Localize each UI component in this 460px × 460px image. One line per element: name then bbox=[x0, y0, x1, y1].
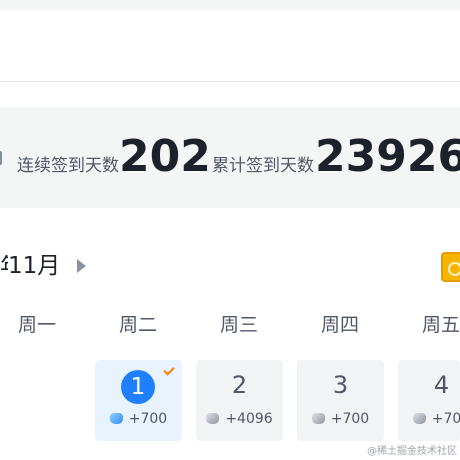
reward-amount: +700 bbox=[128, 411, 168, 427]
watermark: @稀土掘金技术社区 bbox=[367, 446, 457, 457]
day-number: 3 bbox=[332, 371, 349, 399]
month-label: 年11月 bbox=[0, 255, 60, 278]
ore-icon bbox=[311, 413, 325, 424]
total-days-value: 239266 bbox=[315, 131, 460, 182]
consecutive-days-label: 连续签到天数 bbox=[17, 156, 119, 176]
reward-amount: +4096 bbox=[225, 411, 273, 427]
gift-box-icon[interactable] bbox=[441, 252, 460, 282]
weekday-tue: 周二 bbox=[119, 314, 158, 336]
day-number-today: 1 bbox=[121, 370, 155, 404]
month-text: 11月 bbox=[8, 253, 61, 279]
day-reward: +4096 bbox=[196, 412, 283, 426]
total-days-label: 累计签到天数 bbox=[212, 156, 314, 176]
day-card-2[interactable]: 2 +4096 bbox=[196, 360, 283, 441]
weekday-wed: 周三 bbox=[220, 314, 259, 336]
weekday-mon: 周一 bbox=[18, 314, 57, 336]
blue-gem-icon bbox=[109, 413, 123, 424]
ore-icon bbox=[206, 413, 220, 424]
day-number: 4 bbox=[433, 371, 450, 399]
chevron-right-icon[interactable] bbox=[77, 259, 86, 273]
weekday-thu: 周四 bbox=[321, 314, 360, 336]
month-row bbox=[0, 250, 460, 286]
consecutive-days-value: 202 bbox=[119, 131, 211, 182]
top-strip bbox=[0, 0, 460, 10]
day-card-1[interactable]: 1 +700 bbox=[95, 360, 182, 441]
header-area bbox=[0, 10, 460, 82]
day-reward: +700 bbox=[95, 412, 182, 426]
checkmark-icon bbox=[163, 364, 175, 376]
year-fragment: 年 bbox=[0, 255, 8, 278]
day-card-3[interactable]: 3 +700 bbox=[297, 360, 384, 441]
ore-icon bbox=[412, 413, 426, 424]
day-reward: +700 bbox=[398, 412, 460, 426]
weekday-fri: 周五 bbox=[422, 314, 460, 336]
reward-amount: +700 bbox=[330, 411, 370, 427]
day-number: 2 bbox=[231, 371, 248, 399]
reward-amount: +700 bbox=[431, 411, 460, 427]
day-reward: +700 bbox=[297, 412, 384, 426]
sign-in-page: 连续签到天数 202 累计签到天数 239266 年11月 周一 周二 周三 周… bbox=[0, 0, 460, 460]
edge-icon bbox=[0, 151, 2, 165]
day-card-4[interactable]: 4 +700 bbox=[398, 360, 460, 441]
